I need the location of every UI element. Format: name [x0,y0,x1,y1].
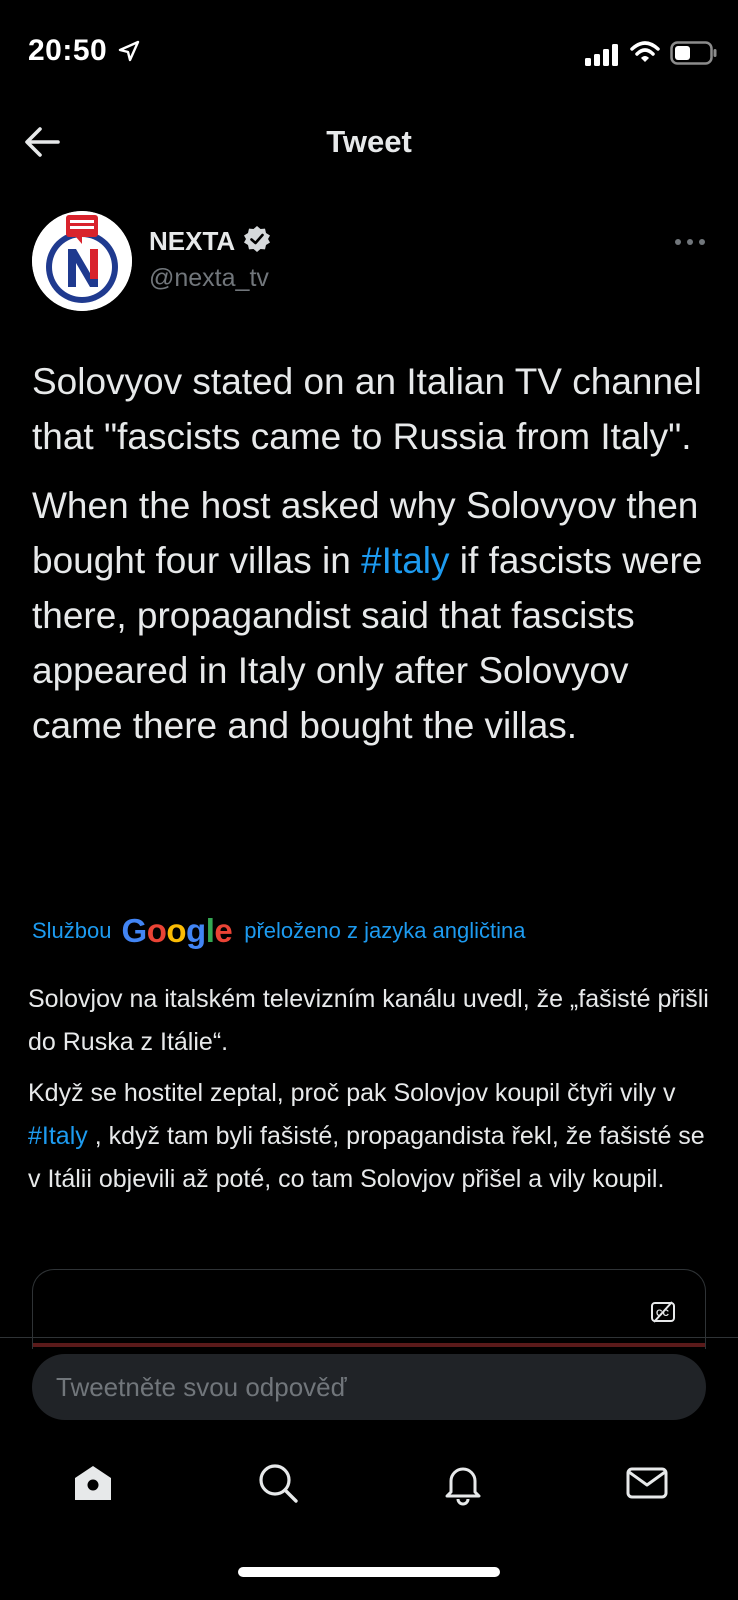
search-icon[interactable] [255,1460,301,1506]
translated-paragraph: Když se hostitel zeptal, proč pak Solovj… [28,1072,718,1201]
tweet-header: Tweet [0,100,738,184]
verified-badge-icon [243,225,271,258]
tweet-paragraph: Solovyov stated on an Italian TV channel… [32,361,702,457]
google-logo: Google [121,912,233,949]
author-name-row[interactable]: NEXTA [149,225,271,258]
page-title: Tweet [326,124,412,159]
notifications-icon[interactable] [440,1460,486,1506]
home-icon[interactable] [70,1460,116,1506]
wifi-icon [630,40,660,69]
translated-paragraph: Solovjov na italském televizním kanálu u… [28,985,709,1056]
messages-icon[interactable] [624,1460,670,1506]
author-name: NEXTA [149,226,236,256]
hashtag-link[interactable]: #Italy [361,540,449,581]
divider [0,1337,738,1338]
home-indicator [238,1567,500,1577]
translated-text-segment: Když se hostitel zeptal, proč pak Solovj… [28,1079,676,1107]
translation-credit[interactable]: Službou Google přeloženo z jazyka anglič… [32,912,526,950]
tweet-paragraph: When the host asked why Solovyov then bo… [32,478,722,753]
translation-credit-suffix: přeloženo z jazyka angličtina [244,918,526,943]
closed-captions-icon[interactable]: CC [650,1300,676,1324]
translation-credit-prefix: Službou [32,918,112,943]
bottom-tab-bar [0,1460,738,1530]
battery-icon [670,41,718,70]
video-progress-strip [33,1343,705,1347]
tweet-text: Solovyov stated on an Italian TV channel… [32,354,722,753]
hashtag-link[interactable]: #Italy [28,1122,88,1150]
author-handle: @nexta_tv [149,264,269,292]
avatar[interactable] [32,211,132,311]
more-options-icon[interactable] [673,232,707,252]
status-bar: 20:50 [0,0,738,100]
location-arrow-icon [118,40,140,67]
reply-input[interactable]: Tweetněte svou odpověď [32,1354,706,1420]
status-time: 20:50 [28,34,108,67]
translated-text: Solovjov na italském televizním kanálu u… [28,978,718,1201]
translated-text-segment: , když tam byli fašisté, propagandista ř… [28,1122,705,1193]
cellular-signal-icon [585,44,619,71]
